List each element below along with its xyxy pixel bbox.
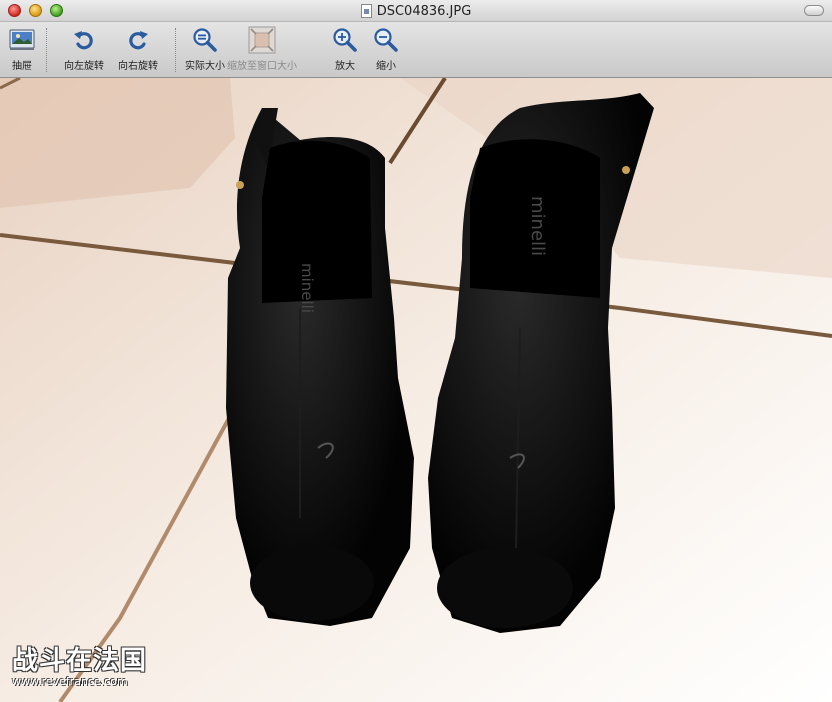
zoom-to-fit-label: 缩放至窗口大小 — [227, 61, 297, 72]
rotate-right-icon — [124, 26, 152, 54]
zoom-in-button[interactable]: 放大 — [331, 26, 359, 72]
drawer-button-label: 抽屉 — [12, 61, 32, 72]
preview-window: DSC04836.JPG 抽屉 向左旋转 向右旋转 实际大小 缩放至窗口大小 放… — [0, 0, 832, 702]
toolbar-separator — [46, 28, 47, 72]
watermark: 战斗在法国 www.revefrance.com — [12, 640, 147, 688]
drawer-button[interactable]: 抽屉 — [8, 26, 36, 72]
zoom-out-label: 缩小 — [376, 61, 396, 72]
actual-size-icon — [191, 26, 219, 54]
zoom-in-label: 放大 — [335, 61, 355, 72]
zoom-out-button[interactable]: 缩小 — [372, 26, 400, 72]
window-title-group: DSC04836.JPG — [0, 0, 832, 22]
svg-text:minelli: minelli — [298, 263, 316, 313]
drawer-icon — [8, 26, 36, 54]
rotate-right-button[interactable]: 向右旋转 — [118, 26, 158, 72]
watermark-title: 战斗在法国 — [12, 646, 148, 676]
photo-canvas[interactable]: minelli minelli 战斗在法国 www.revefrance.com — [0, 78, 832, 702]
actual-size-button[interactable]: 实际大小 — [185, 26, 225, 72]
shoe-brand-text: minelli — [527, 196, 548, 256]
watermark-url: www.revefrance.com — [12, 675, 128, 688]
zoom-to-fit-button[interactable]: 缩放至窗口大小 — [227, 26, 297, 72]
zoom-to-fit-icon — [248, 26, 276, 54]
zoom-out-icon — [372, 26, 400, 54]
rotate-right-label: 向右旋转 — [118, 61, 158, 72]
window-title: DSC04836.JPG — [376, 3, 472, 19]
title-bar[interactable]: DSC04836.JPG — [0, 0, 832, 22]
zoom-in-icon — [331, 26, 359, 54]
rotate-left-icon — [70, 26, 98, 54]
shoe-photo: minelli minelli — [0, 78, 832, 702]
document-proxy-icon[interactable] — [360, 4, 372, 18]
toolbar-separator — [175, 28, 176, 72]
rotate-left-button[interactable]: 向左旋转 — [64, 26, 104, 72]
actual-size-label: 实际大小 — [185, 61, 225, 72]
toolbar: 抽屉 向左旋转 向右旋转 实际大小 缩放至窗口大小 放大 缩小 — [0, 22, 832, 78]
rotate-left-label: 向左旋转 — [64, 61, 104, 72]
toolbar-toggle-button[interactable] — [804, 5, 824, 16]
